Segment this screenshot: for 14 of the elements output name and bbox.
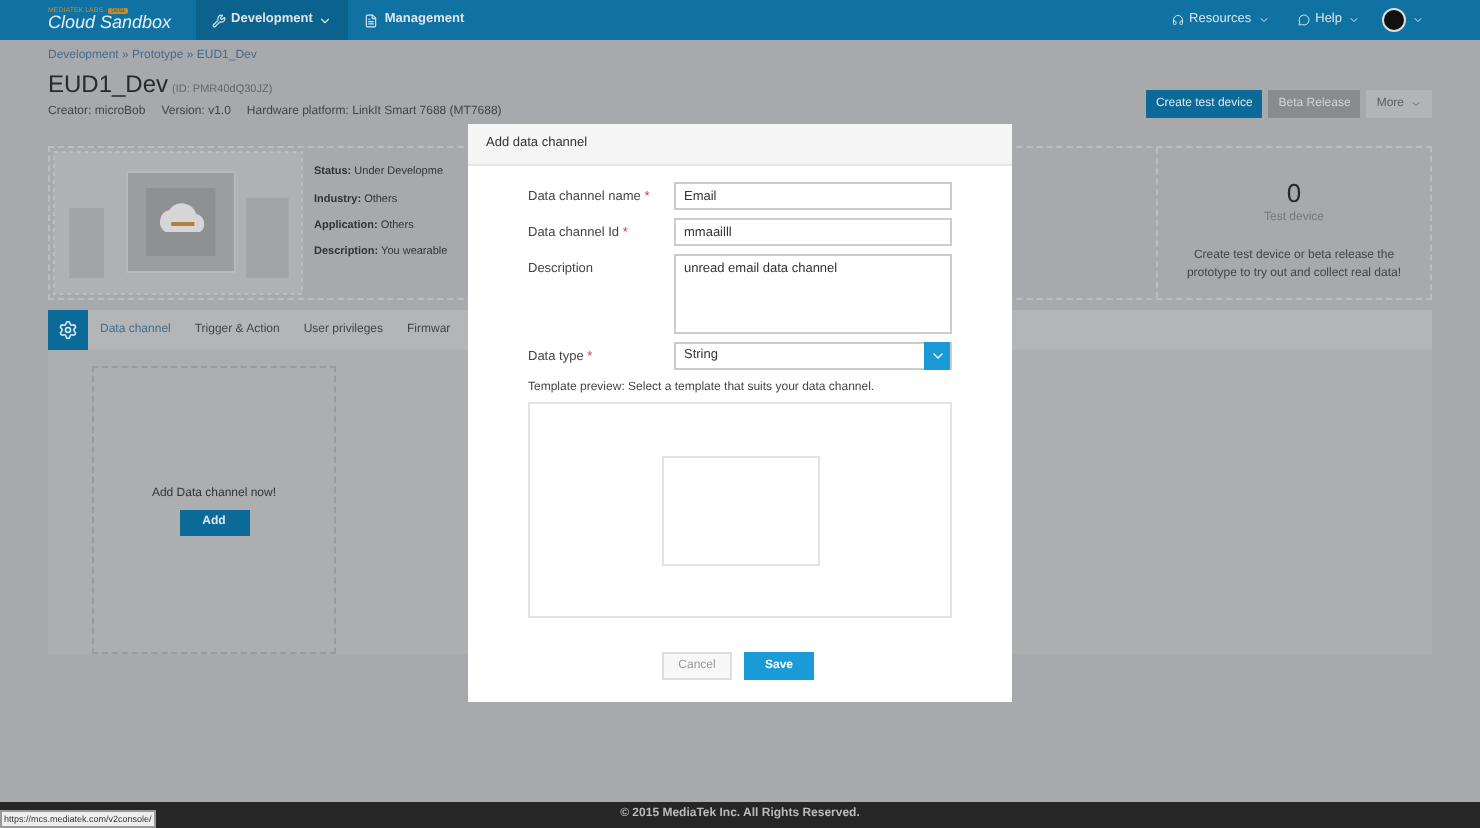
- caret-icon: [318, 13, 333, 27]
- gears-icon: [58, 320, 78, 341]
- logo: Cloud Sandbox: [48, 14, 172, 33]
- caret-icon: [1348, 14, 1360, 26]
- chevron-down-icon: [929, 348, 945, 364]
- avatar-icon: [1382, 8, 1406, 32]
- caret-icon: [1257, 14, 1270, 26]
- device-count: 0: [1286, 180, 1302, 207]
- wrench-icon: [211, 13, 226, 27]
- chat-icon: [1297, 14, 1310, 26]
- headphones-icon: [1171, 14, 1184, 26]
- page-title: EUD1_Dev: [48, 72, 169, 96]
- caret-icon: [1412, 14, 1424, 26]
- document-icon: [364, 13, 379, 27]
